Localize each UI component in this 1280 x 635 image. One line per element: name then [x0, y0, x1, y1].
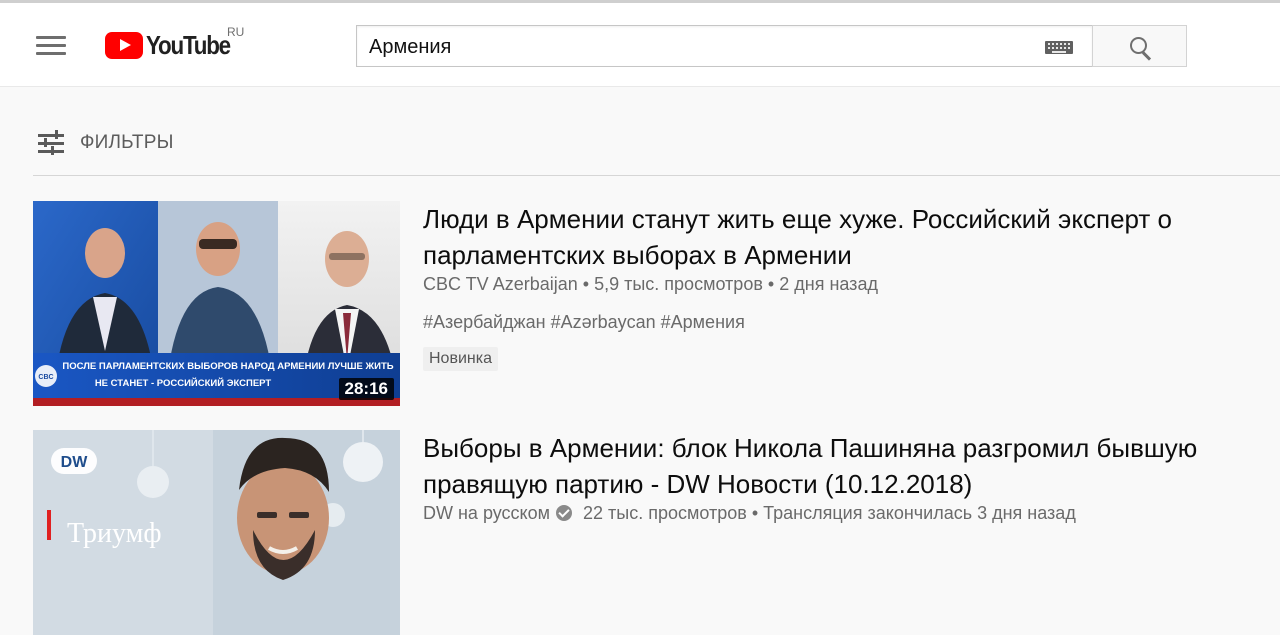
search-input[interactable] — [367, 26, 1031, 68]
hashtags: #Азербайджан #Azərbaycan #Армения — [423, 312, 745, 333]
channel-name[interactable]: CBC TV Azerbaijan — [423, 274, 578, 294]
verified-check-icon — [556, 505, 573, 521]
search-button[interactable] — [1092, 25, 1187, 67]
video-meta: CBC TV Azerbaijan • 5,9 тыс. просмотров … — [423, 274, 878, 295]
upload-age: 2 дня назад — [779, 274, 878, 294]
thumb-caption-line-2: НЕ СТАНЕТ - РОССИЙСКИЙ ЭКСПЕРТ — [95, 377, 272, 389]
filters-label: ФИЛЬТРЫ — [80, 132, 174, 153]
video-title[interactable]: Выборы в Армении: блок Никола Пашиняна р… — [423, 430, 1263, 502]
logo-text: YouTube — [146, 29, 231, 60]
duration-badge: 28:16 — [338, 378, 394, 400]
search-box — [356, 25, 1092, 68]
filters-button[interactable]: ФИЛЬТРЫ — [36, 128, 174, 158]
keyboard-icon[interactable] — [1045, 41, 1073, 54]
video-result: CBC ПОСЛЕ ПАРЛАМЕНТСКИХ ВЫБОРОВ НАРОД АР… — [33, 201, 1280, 411]
region-label: RU — [227, 25, 245, 39]
thumb-caption-line-1: ПОСЛЕ ПАРЛАМЕНТСКИХ ВЫБОРОВ НАРОД АРМЕНИ… — [62, 361, 393, 372]
meta-separator: • — [767, 274, 775, 294]
view-count: 5,9 тыс. просмотров — [594, 274, 763, 294]
meta-separator: • — [582, 274, 590, 294]
hashtag[interactable]: #Азербайджан — [423, 312, 546, 332]
divider — [33, 175, 1280, 176]
hashtag[interactable]: #Армения — [661, 312, 745, 332]
video-thumbnail[interactable]: DW Триумф — [33, 430, 400, 635]
dw-logo: DW — [61, 454, 89, 471]
view-count: 22 тыс. просмотров — [583, 503, 747, 523]
youtube-logo[interactable]: YouTube RU — [105, 25, 244, 61]
video-result: DW Триумф Выборы в Армении: блок Никола … — [33, 430, 1280, 635]
filter-sliders-icon — [36, 129, 66, 157]
thumb-channel-logo: CBC — [38, 374, 53, 381]
hashtag[interactable]: #Azərbaycan — [551, 312, 656, 332]
meta-separator: • — [751, 503, 759, 523]
video-thumbnail[interactable]: CBC ПОСЛЕ ПАРЛАМЕНТСКИХ ВЫБОРОВ НАРОД АР… — [33, 201, 400, 406]
upload-age: Трансляция закончилась 3 дня назад — [763, 503, 1076, 523]
channel-name[interactable]: DW на русском — [423, 503, 550, 523]
thumb-caption: Триумф — [67, 518, 162, 549]
new-badge: Новинка — [423, 347, 498, 371]
video-title[interactable]: Люди в Армении станут жить еще хуже. Рос… — [423, 201, 1263, 273]
masthead: YouTube RU — [0, 3, 1280, 87]
menu-icon[interactable] — [36, 36, 66, 56]
play-logo-icon — [105, 31, 143, 59]
video-meta: DW на русском 22 тыс. просмотров • Транс… — [423, 503, 1076, 524]
